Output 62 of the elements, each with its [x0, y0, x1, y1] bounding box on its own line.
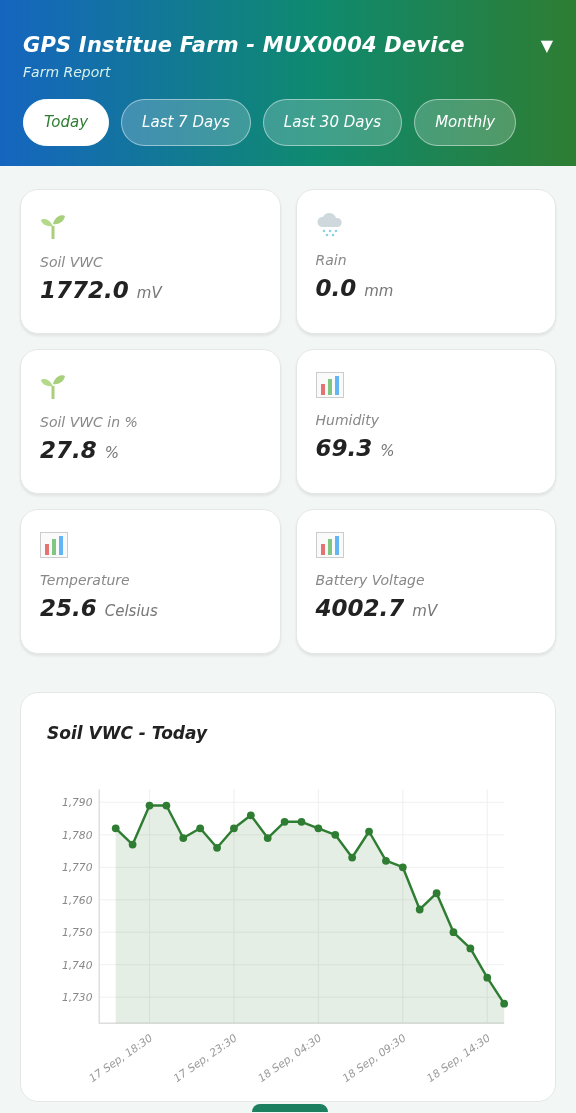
data-point	[449, 928, 458, 937]
data-point	[483, 973, 492, 982]
data-point	[331, 830, 340, 839]
chart-title: Soil VWC - Today	[47, 721, 209, 745]
data-point	[466, 944, 475, 953]
metric-label: Temperature	[40, 570, 131, 590]
data-point	[500, 999, 509, 1008]
bar-chart-icon	[40, 531, 68, 558]
metric-unit: %	[104, 442, 119, 464]
metric-value: 0.0	[315, 273, 357, 303]
data-point	[365, 827, 373, 836]
metric-unit: Celsius	[104, 600, 158, 622]
data-point	[398, 863, 407, 872]
metric-label: Rain	[315, 250, 348, 270]
metric-unit: %	[380, 440, 395, 462]
metric-label: Soil VWC	[40, 252, 104, 272]
data-point	[213, 843, 221, 852]
metric-label: Battery Voltage	[315, 570, 426, 590]
metric-unit: mm	[364, 280, 394, 302]
metric-label: Humidity	[315, 410, 380, 430]
y-axis-label: 1,790	[61, 796, 93, 810]
dropdown-caret-icon[interactable]: ▼	[540, 37, 553, 54]
data-point	[111, 824, 120, 833]
data-point	[415, 905, 424, 914]
data-point	[128, 840, 137, 849]
data-point	[297, 817, 306, 826]
metric-value: 69.3	[315, 433, 373, 463]
data-point	[314, 824, 323, 833]
bar-chart-icon	[315, 371, 344, 398]
metric-value: 4002.7	[315, 593, 405, 623]
data-point	[162, 801, 171, 810]
data-point	[382, 856, 390, 865]
y-axis-label: 1,760	[61, 893, 93, 907]
bar-chart-icon	[315, 531, 344, 558]
metric-value: 27.8	[40, 435, 97, 465]
period-tab[interactable]: Monthly	[414, 98, 517, 146]
y-axis-label: 1,780	[61, 828, 93, 842]
metric-unit: mV	[136, 282, 162, 304]
period-tab[interactable]: Today	[23, 98, 110, 146]
data-point	[280, 817, 289, 826]
data-point	[179, 834, 188, 842]
header-subtitle: Farm Report	[23, 62, 112, 82]
y-axis-label: 1,770	[61, 861, 93, 875]
metric-value: 1772.0	[40, 275, 129, 305]
metric-label: Soil VWC in %	[40, 412, 139, 432]
metric-unit: mV	[412, 600, 438, 622]
y-axis-label: 1,740	[61, 958, 93, 972]
floating-button[interactable]	[252, 1104, 328, 1112]
header-title: GPS Institue Farm - MUX0004 Device	[23, 32, 465, 59]
data-point	[246, 811, 255, 820]
data-point	[230, 824, 238, 833]
metric-value: 25.6	[40, 593, 97, 623]
data-point	[145, 801, 154, 810]
data-point	[263, 834, 272, 842]
period-tab[interactable]: Last 7 Days	[121, 98, 251, 146]
period-tab[interactable]: Last 30 Days	[262, 98, 403, 146]
y-axis-label: 1,750	[61, 926, 93, 940]
y-axis-label: 1,730	[61, 991, 93, 1005]
data-point	[432, 889, 441, 898]
data-point	[196, 824, 205, 833]
data-point	[348, 853, 357, 862]
rain-cloud-icon	[315, 211, 344, 238]
